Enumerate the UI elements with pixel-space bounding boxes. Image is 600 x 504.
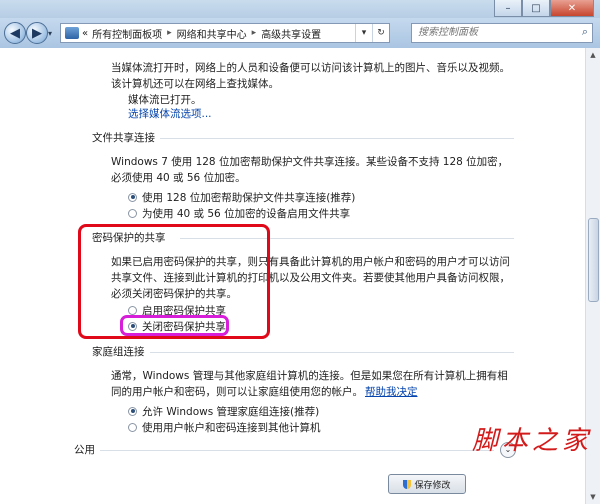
radio-label: 为使用 40 或 56 位加密的设备启用文件共享	[142, 207, 351, 220]
caption-buttons: – □ ✕	[494, 0, 594, 17]
minimize-icon: –	[505, 2, 511, 14]
breadcrumb-separator-icon[interactable]: ▸	[167, 28, 172, 38]
section-divider	[160, 138, 514, 139]
navigation-bar: ◀ ▶ ▾ « 所有控制面板项 ▸ 网络和共享中心 ▸ 高级共享设置 ▾ ↻ ⌕	[0, 18, 600, 48]
radio-option-user-account[interactable]: 使用用户帐户和密码连接到其他计算机	[128, 419, 321, 435]
arrow-up-icon: ▲	[590, 51, 596, 59]
scroll-down-button[interactable]: ▼	[586, 490, 600, 504]
scroll-up-button[interactable]: ▲	[586, 48, 600, 62]
refresh-icon: ↻	[377, 28, 385, 38]
radio-button-checked[interactable]	[128, 192, 137, 202]
refresh-button[interactable]: ↻	[372, 24, 389, 42]
media-streaming-description: 当媒体流打开时，网络上的人员和设备便可以访问该计算机上的图片、音乐以及视频。该计…	[111, 62, 510, 90]
section-divider	[100, 450, 494, 451]
help-me-decide-link[interactable]: 帮助我决定	[365, 386, 418, 398]
homegroup-description-text: 通常，Windows 管理与其他家庭组计算机的连接。但是如果您在所有计算机上拥有…	[111, 370, 508, 398]
search-input[interactable]	[412, 24, 568, 40]
homegroup-description: 通常，Windows 管理与其他家庭组计算机的连接。但是如果您在所有计算机上拥有…	[111, 368, 516, 400]
uac-shield-icon	[403, 479, 412, 489]
search-icon[interactable]: ⌕	[582, 25, 588, 39]
back-button[interactable]: ◀	[4, 22, 26, 44]
maximize-icon: □	[531, 2, 541, 14]
maximize-button[interactable]: □	[522, 0, 550, 17]
scrollbar-thumb[interactable]	[588, 218, 599, 302]
back-arrow-icon: ◀	[10, 25, 20, 41]
recent-pages-dropdown[interactable]: ▾	[48, 29, 52, 38]
address-bar[interactable]: « 所有控制面板项 ▸ 网络和共享中心 ▸ 高级共享设置 ▾ ↻	[60, 23, 390, 43]
radio-button[interactable]	[128, 208, 137, 218]
public-profile-title[interactable]: 公用	[74, 442, 95, 457]
file-sharing-section-title: 文件共享连接	[92, 132, 155, 144]
radio-label: 使用 128 位加密帮助保护文件共享连接(推荐)	[142, 191, 356, 204]
radio-option-40-56bit[interactable]: 为使用 40 或 56 位加密的设备启用文件共享	[128, 205, 350, 221]
address-controls: ▾ ↻	[355, 24, 389, 42]
breadcrumb-item-all-control-panel[interactable]: 所有控制面板项	[92, 26, 162, 41]
address-dropdown-button[interactable]: ▾	[355, 24, 372, 42]
section-divider	[150, 352, 514, 353]
minimize-button[interactable]: –	[494, 0, 522, 17]
site-watermark: 脚本之家	[472, 426, 593, 456]
search-box[interactable]: ⌕	[411, 23, 593, 43]
media-streaming-options-link[interactable]: 选择媒体流选项...	[128, 106, 212, 122]
file-sharing-description: Windows 7 使用 128 位加密帮助保护文件共享连接。某些设备不支持 1…	[111, 156, 509, 184]
close-button[interactable]: ✕	[550, 0, 594, 17]
radio-button[interactable]	[128, 422, 137, 432]
radio-label: 使用用户帐户和密码连接到其他计算机	[142, 421, 321, 434]
radio-label: 允许 Windows 管理家庭组连接(推荐)	[142, 405, 320, 418]
breadcrumb-item-network-center[interactable]: 网络和共享中心	[177, 26, 247, 41]
control-panel-icon	[65, 27, 79, 39]
breadcrumb-overflow[interactable]: «	[82, 28, 88, 39]
pink-highlight-annotation	[120, 315, 229, 336]
chevron-down-icon: ▾	[361, 28, 367, 38]
save-changes-label: 保存修改	[414, 480, 451, 491]
close-icon: ✕	[567, 2, 577, 14]
radio-button-checked[interactable]	[128, 406, 137, 416]
save-changes-button[interactable]: 保存修改	[388, 474, 466, 494]
homegroup-section-title: 家庭组连接	[92, 346, 145, 358]
forward-button[interactable]: ▶	[26, 22, 48, 44]
breadcrumb-separator-icon[interactable]: ▸	[252, 28, 257, 38]
window-titlebar: – □ ✕	[0, 0, 600, 18]
forward-arrow-icon: ▶	[32, 25, 42, 41]
radio-option-windows-manage[interactable]: 允许 Windows 管理家庭组连接(推荐)	[128, 403, 319, 419]
radio-option-128bit[interactable]: 使用 128 位加密帮助保护文件共享连接(推荐)	[128, 189, 355, 205]
breadcrumb-item-advanced-sharing[interactable]: 高级共享设置	[261, 26, 321, 41]
arrow-down-icon: ▼	[590, 493, 596, 501]
